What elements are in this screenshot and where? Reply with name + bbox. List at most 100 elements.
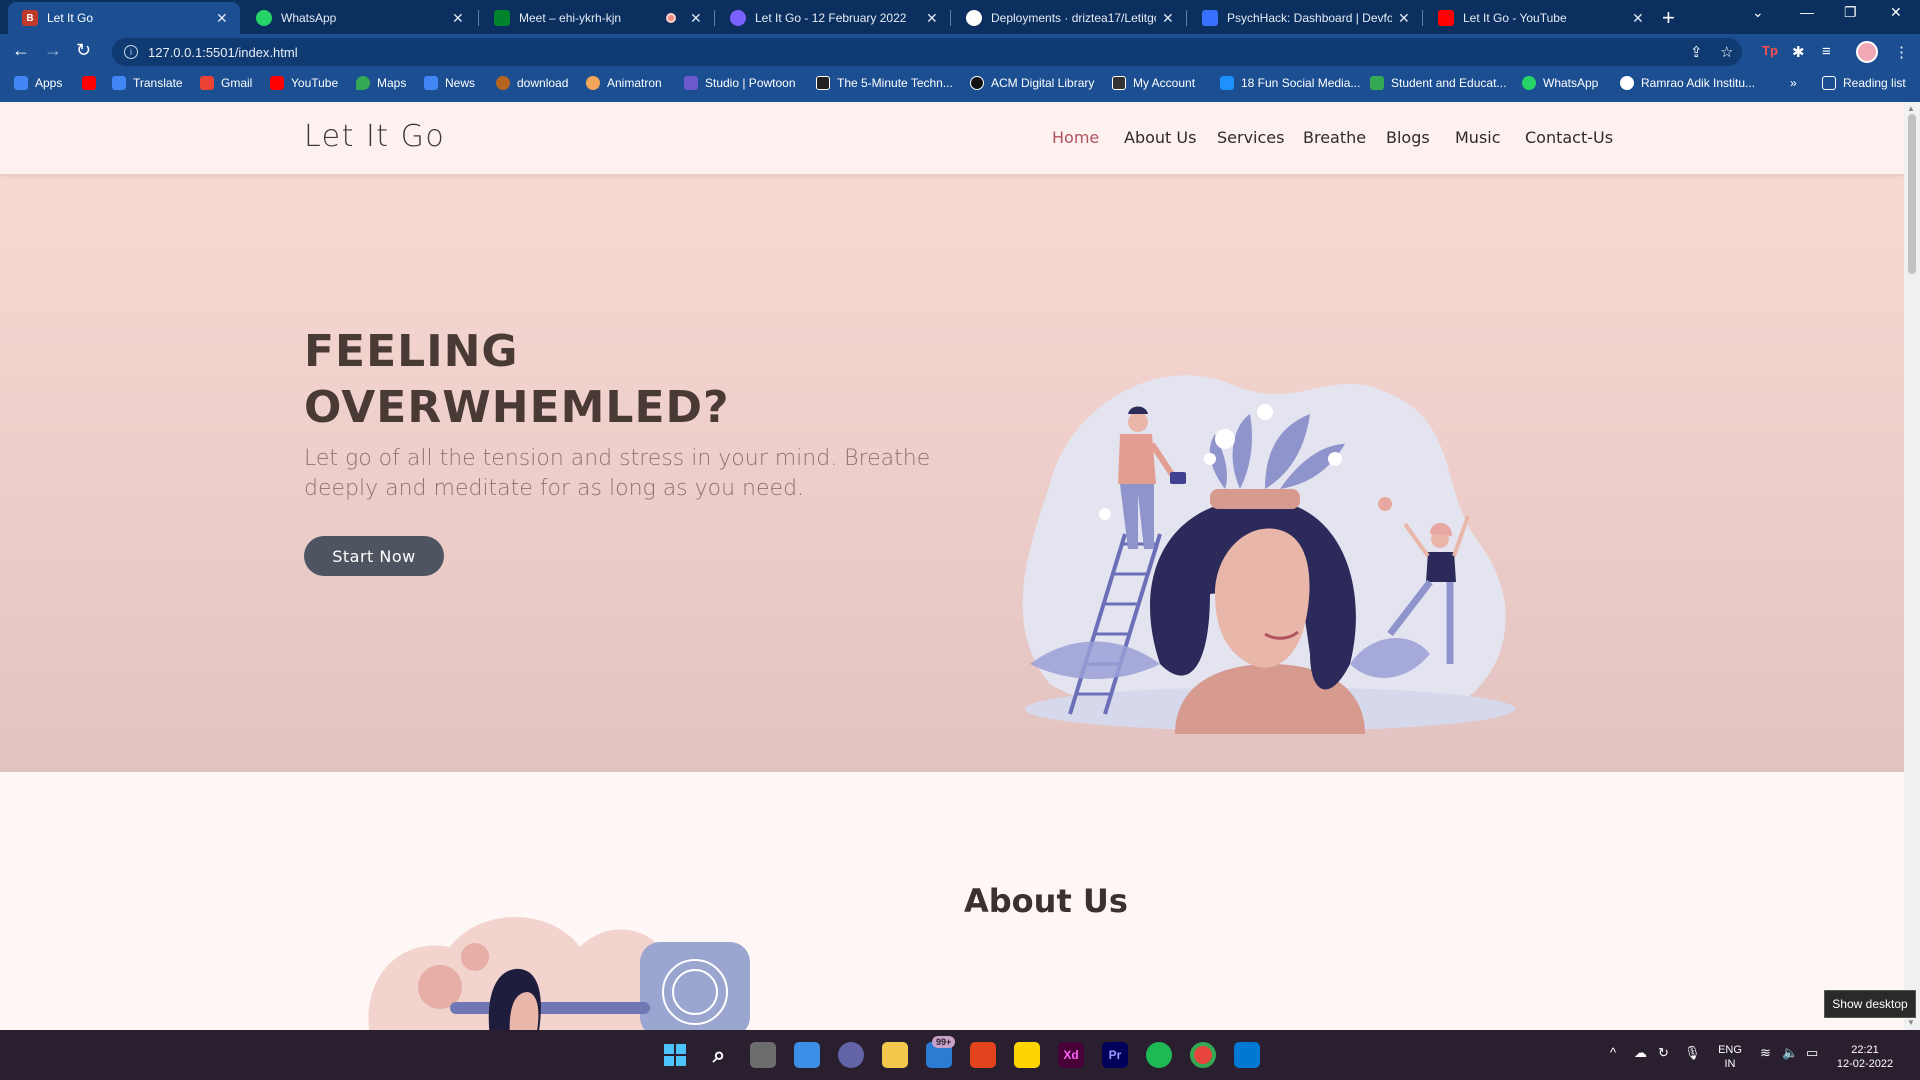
- bookmark-5-minute[interactable]: The 5-Minute Techn...: [816, 76, 953, 90]
- extension-tp-icon[interactable]: Tp: [1762, 43, 1778, 58]
- back-button[interactable]: ←: [12, 40, 30, 61]
- close-icon[interactable]: ✕: [1162, 10, 1176, 27]
- nav-about-us[interactable]: About Us: [1124, 128, 1196, 147]
- nav-breathe[interactable]: Breathe: [1303, 128, 1366, 147]
- close-icon[interactable]: ✕: [216, 10, 230, 27]
- new-tab-button[interactable]: +: [1662, 5, 1675, 31]
- close-icon[interactable]: ✕: [926, 10, 940, 27]
- volume-icon[interactable]: 🔈: [1782, 1045, 1798, 1061]
- kebab-menu-icon[interactable]: ⋮: [1894, 43, 1909, 61]
- language-indicator[interactable]: ENG IN: [1712, 1043, 1748, 1071]
- bookmarks-bar: Apps Translate Gmail YouTube Maps News d…: [0, 70, 1920, 102]
- scroll-down-icon[interactable]: ▼: [1907, 1018, 1915, 1027]
- nav-music[interactable]: Music: [1455, 128, 1501, 147]
- close-icon[interactable]: ✕: [452, 10, 466, 27]
- bookmark-translate[interactable]: Translate: [112, 76, 183, 90]
- adobe-xd-icon[interactable]: Xd: [1058, 1042, 1084, 1068]
- bookmark-powtoon[interactable]: Studio | Powtoon: [684, 76, 796, 90]
- reading-list-button[interactable]: Reading list: [1822, 76, 1906, 90]
- paw-icon: [496, 76, 510, 90]
- tab-let-it-go[interactable]: B Let It Go ✕: [8, 2, 240, 34]
- site-logo[interactable]: Let It Go: [304, 119, 445, 154]
- wifi-icon[interactable]: ≋: [1760, 1045, 1771, 1061]
- bookmark-icon: [816, 76, 830, 90]
- chevron-up-icon[interactable]: ^: [1610, 1045, 1616, 1060]
- tab-github-deployments[interactable]: Deployments · driztea17/Letitgo ✕: [952, 2, 1186, 34]
- puzzle-icon[interactable]: ✱: [1792, 43, 1805, 61]
- tab-title: Let It Go: [47, 11, 94, 25]
- close-icon[interactable]: ✕: [1632, 10, 1646, 27]
- bookmark-ramrao[interactable]: Ramrao Adik Institu...: [1620, 76, 1755, 90]
- teams-chat-icon[interactable]: [838, 1042, 864, 1068]
- close-window-button[interactable]: ✕: [1890, 4, 1902, 21]
- bookmark-youtube-red[interactable]: [82, 76, 103, 90]
- star-icon[interactable]: ☆: [1720, 43, 1733, 61]
- microphone-icon[interactable]: 🎙: [1684, 1045, 1701, 1061]
- share-icon[interactable]: ⇪: [1690, 43, 1703, 61]
- profile-avatar[interactable]: [1856, 41, 1878, 63]
- tab-whatsapp[interactable]: WhatsApp ✕: [242, 2, 476, 34]
- bookmark-gmail[interactable]: Gmail: [200, 76, 252, 90]
- bookmark-my-account[interactable]: My Account: [1112, 76, 1195, 90]
- tab-meet[interactable]: Meet – ehi-ykrh-kjn ✕: [480, 2, 714, 34]
- bookmark-youtube[interactable]: YouTube: [270, 76, 338, 90]
- url-text[interactable]: 127.0.0.1:5501/index.html: [148, 45, 298, 60]
- media-control-icon[interactable]: ≡: [1822, 43, 1831, 60]
- omnibox[interactable]: i 127.0.0.1:5501/index.html: [112, 38, 1742, 66]
- bookmark-student[interactable]: Student and Educat...: [1370, 76, 1506, 90]
- info-icon[interactable]: i: [124, 45, 138, 59]
- clock-time: 22:21: [1851, 1044, 1879, 1056]
- tab-search-icon[interactable]: ⌄: [1752, 4, 1764, 21]
- clock[interactable]: 22:21 12-02-2022: [1830, 1043, 1900, 1071]
- bookmark-social-media[interactable]: 18 Fun Social Media...: [1220, 76, 1360, 90]
- tab-let-it-go-feb[interactable]: Let It Go - 12 February 2022 ✕: [716, 2, 950, 34]
- spotify-icon[interactable]: [1146, 1042, 1172, 1068]
- nav-home[interactable]: Home: [1052, 128, 1099, 147]
- reload-button[interactable]: ↻: [76, 40, 91, 61]
- nav-services[interactable]: Services: [1217, 128, 1284, 147]
- close-icon[interactable]: ✕: [1398, 10, 1412, 27]
- page-scrollbar[interactable]: ▲ ▼: [1904, 102, 1920, 1030]
- windows-start-icon[interactable]: [662, 1042, 688, 1068]
- minimize-button[interactable]: —: [1800, 4, 1814, 20]
- bookmark-news[interactable]: News: [424, 76, 475, 90]
- github-icon: [966, 10, 982, 26]
- widgets-icon[interactable]: [794, 1042, 820, 1068]
- bookmark-label: Translate: [133, 76, 183, 90]
- file-explorer-icon[interactable]: [882, 1042, 908, 1068]
- forward-button[interactable]: →: [44, 40, 62, 61]
- college-icon: [1620, 76, 1634, 90]
- sync-icon[interactable]: ↻: [1658, 1045, 1669, 1061]
- scrollbar-thumb[interactable]: [1908, 114, 1916, 274]
- scroll-up-icon[interactable]: ▲: [1907, 104, 1915, 113]
- office-icon[interactable]: [970, 1042, 996, 1068]
- hero-section: FEELING OVERWHEMLED? Let go of all the t…: [0, 174, 1904, 772]
- vscode-icon[interactable]: [1234, 1042, 1260, 1068]
- tab-youtube[interactable]: Let It Go - YouTube ✕: [1424, 2, 1656, 34]
- task-view-icon[interactable]: [750, 1042, 776, 1068]
- restore-button[interactable]: ❐: [1844, 4, 1857, 21]
- gear-icon: [730, 10, 746, 26]
- battery-icon[interactable]: ▭: [1806, 1045, 1818, 1061]
- more-bookmarks-button[interactable]: »: [1790, 76, 1797, 90]
- sticky-notes-icon[interactable]: [1014, 1042, 1040, 1068]
- start-now-button[interactable]: Start Now: [304, 536, 444, 576]
- bookmark-apps[interactable]: Apps: [14, 76, 62, 90]
- bookmark-acm[interactable]: ACM Digital Library: [970, 76, 1094, 90]
- tab-strip: B Let It Go ✕ WhatsApp ✕ Meet – ehi-ykrh…: [0, 0, 1920, 34]
- bookmark-label: Student and Educat...: [1391, 76, 1507, 90]
- chrome-icon[interactable]: [1190, 1042, 1216, 1068]
- tab-title: Meet – ehi-ykrh-kjn: [519, 11, 622, 25]
- bookmark-maps[interactable]: Maps: [356, 76, 406, 90]
- search-icon[interactable]: ⌕: [706, 1042, 732, 1068]
- nav-blogs[interactable]: Blogs: [1386, 128, 1430, 147]
- drive-icon: [1370, 76, 1384, 90]
- onedrive-icon[interactable]: ☁: [1634, 1045, 1647, 1061]
- close-icon[interactable]: ✕: [690, 10, 704, 27]
- bookmark-whatsapp[interactable]: WhatsApp: [1522, 76, 1598, 90]
- bookmark-download[interactable]: download: [496, 76, 568, 90]
- nav-contact-us[interactable]: Contact-Us: [1525, 128, 1613, 147]
- tab-devfolio[interactable]: PsychHack: Dashboard | Devfolio ✕: [1188, 2, 1422, 34]
- premiere-pro-icon[interactable]: Pr: [1102, 1042, 1128, 1068]
- bookmark-animatron[interactable]: Animatron: [586, 76, 662, 90]
